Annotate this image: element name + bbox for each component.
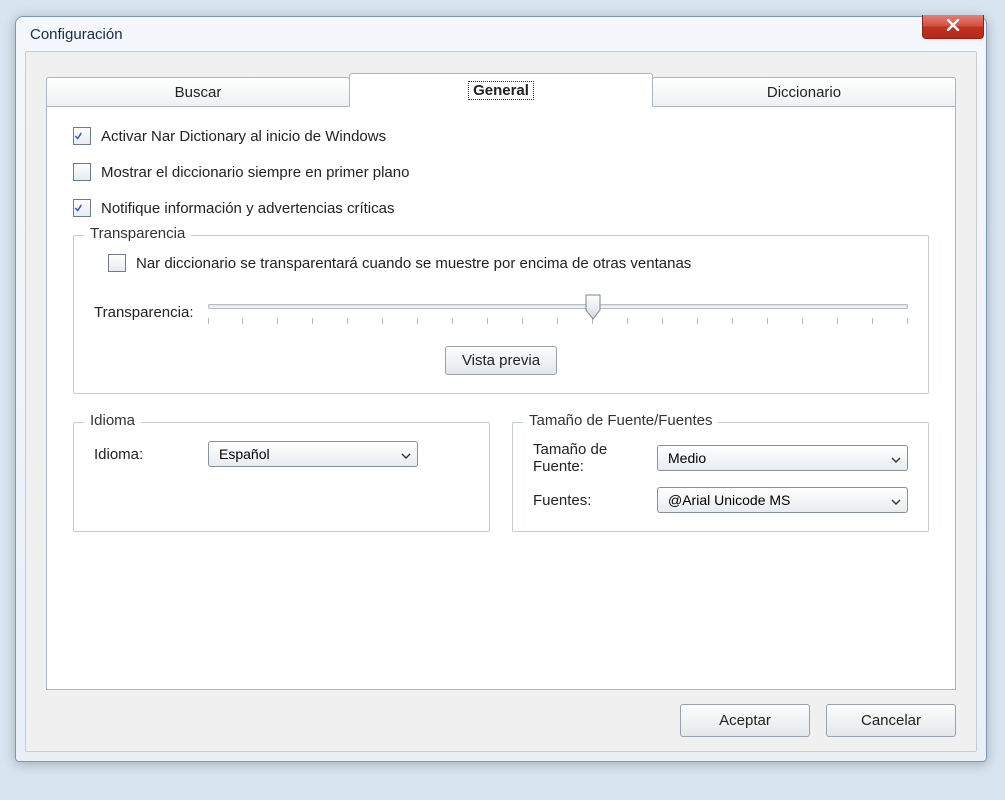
titlebar[interactable]: Configuración — [16, 17, 986, 51]
config-window: Configuración Buscar General Diccionario — [15, 16, 987, 762]
chevron-down-icon — [891, 450, 901, 466]
checkbox-activate-startup-label: Activar Nar Dictionary al inicio de Wind… — [101, 128, 386, 145]
checkbox-notify-critical[interactable] — [73, 199, 91, 217]
checkbox-enable-transparency[interactable] — [108, 254, 126, 272]
font-family-value: @Arial Unicode MS — [668, 492, 790, 508]
group-fonts-title: Tamaño de Fuente/Fuentes — [523, 412, 718, 429]
close-icon — [946, 19, 960, 34]
preview-row: Vista previa — [94, 346, 908, 375]
transparency-slider[interactable] — [208, 294, 909, 330]
checkbox-row-transparency: Nar diccionario se transparentará cuando… — [108, 254, 908, 272]
slider-thumb[interactable] — [585, 294, 601, 320]
tab-dictionary[interactable]: Diccionario — [652, 77, 956, 107]
cancel-button[interactable]: Cancelar — [826, 704, 956, 737]
bottom-groups: Idioma Idioma: Español Tamaño de Fuente/… — [73, 416, 929, 532]
tab-search[interactable]: Buscar — [46, 77, 350, 107]
group-transparency-title: Transparencia — [84, 225, 191, 242]
font-family-row: Fuentes: @Arial Unicode MS — [533, 487, 908, 513]
checkbox-notify-critical-label: Notifique información y advertencias crí… — [101, 200, 394, 217]
checkbox-row-ontop: Mostrar el diccionario siempre en primer… — [73, 163, 929, 181]
tab-dictionary-label: Diccionario — [767, 84, 841, 101]
tabstrip: Buscar General Diccionario — [46, 72, 956, 106]
window-title: Configuración — [30, 26, 123, 43]
language-label: Idioma: — [94, 446, 194, 463]
font-size-combo[interactable]: Medio — [657, 445, 908, 471]
checkbox-row-notify: Notifique información y advertencias crí… — [73, 199, 929, 217]
dialog-buttons: Aceptar Cancelar — [46, 690, 956, 737]
group-fonts: Tamaño de Fuente/Fuentes Tamaño de Fuent… — [512, 422, 929, 532]
slider-label: Transparencia: — [94, 304, 194, 321]
checkbox-row-startup: Activar Nar Dictionary al inicio de Wind… — [73, 127, 929, 145]
language-value: Español — [219, 446, 270, 462]
font-family-combo[interactable]: @Arial Unicode MS — [657, 487, 908, 513]
chevron-down-icon — [401, 446, 411, 462]
tab-general[interactable]: General — [349, 73, 653, 107]
chevron-down-icon — [891, 492, 901, 508]
font-size-label: Tamaño de Fuente: — [533, 441, 643, 475]
language-combo[interactable]: Español — [208, 441, 418, 467]
group-language-title: Idioma — [84, 412, 141, 429]
font-family-label: Fuentes: — [533, 492, 643, 509]
checkbox-enable-transparency-label: Nar diccionario se transparentará cuando… — [136, 255, 691, 272]
slider-ticks — [208, 318, 909, 324]
preview-button[interactable]: Vista previa — [445, 346, 557, 375]
checkbox-always-on-top-label: Mostrar el diccionario siempre en primer… — [101, 164, 409, 181]
slider-row: Transparencia: — [94, 294, 908, 330]
group-language: Idioma Idioma: Español — [73, 422, 490, 532]
tabpanel-general: Activar Nar Dictionary al inicio de Wind… — [46, 106, 956, 690]
accept-button[interactable]: Aceptar — [680, 704, 810, 737]
tab-search-label: Buscar — [175, 84, 222, 101]
slider-rail — [208, 304, 909, 309]
checkbox-always-on-top[interactable] — [73, 163, 91, 181]
group-transparency: Transparencia Nar diccionario se transpa… — [73, 235, 929, 394]
tab-general-label: General — [468, 81, 534, 100]
close-button[interactable] — [922, 15, 984, 39]
font-size-row: Tamaño de Fuente: Medio — [533, 441, 908, 475]
checkbox-activate-startup[interactable] — [73, 127, 91, 145]
client-area: Buscar General Diccionario Activar Nar D… — [25, 51, 977, 752]
font-size-value: Medio — [668, 450, 706, 466]
language-row: Idioma: Español — [94, 441, 469, 467]
